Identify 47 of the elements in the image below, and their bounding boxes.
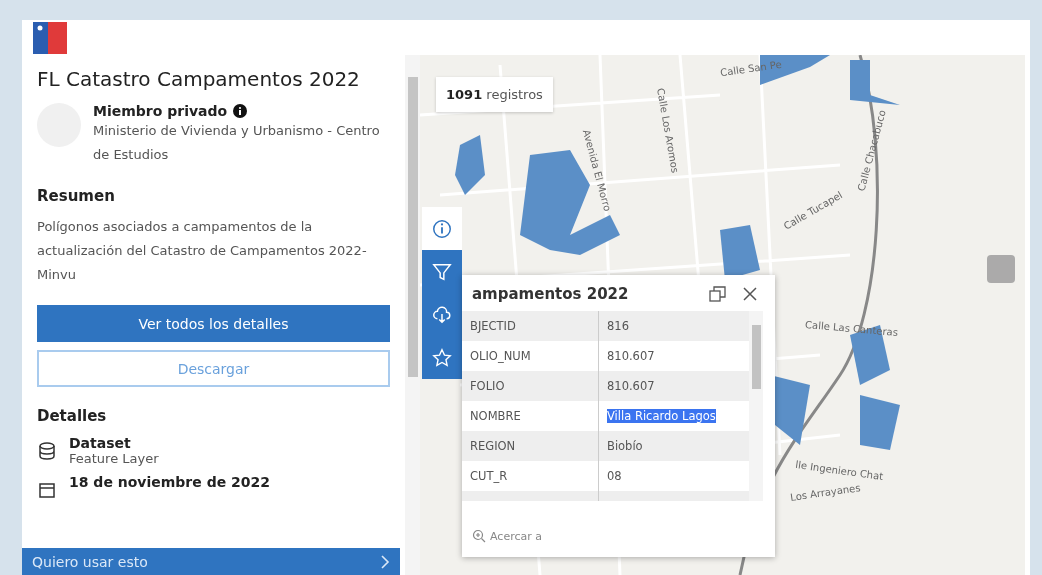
field-value: 816	[607, 319, 629, 333]
database-icon	[37, 441, 57, 461]
field-value: 810.607	[607, 379, 655, 393]
scrollbar[interactable]	[405, 55, 420, 575]
field-name: BJECTID	[462, 311, 599, 341]
calendar-icon	[37, 480, 57, 500]
field-name: REGION	[462, 431, 599, 461]
zoom-to-button[interactable]: Acercar a	[472, 529, 542, 543]
field-value: 810.607	[607, 349, 655, 363]
details-button[interactable]: Ver todos los detalles	[37, 305, 390, 342]
star-icon	[431, 346, 453, 369]
download-button[interactable]: Descargar	[37, 350, 390, 387]
field-value: Villa Ricardo Lagos	[607, 409, 716, 423]
street-label: Los Arrayanes	[789, 482, 862, 503]
use-this-label: Quiero usar esto	[32, 553, 148, 570]
scrollbar-thumb[interactable]	[752, 325, 761, 389]
field-name: FOLIO	[462, 371, 599, 401]
dock-icon[interactable]	[709, 285, 727, 303]
detail-title: Dataset	[69, 435, 132, 451]
popup-title: ampamentos 2022	[472, 285, 629, 303]
owner-name: Miembro privado	[93, 103, 228, 119]
field-value: Biobío	[607, 439, 643, 453]
field-value: 08	[607, 469, 622, 483]
close-icon[interactable]	[741, 285, 759, 303]
street-label: Avenida El Morro	[580, 128, 614, 213]
use-this-bar[interactable]: Quiero usar esto	[22, 548, 400, 575]
record-count: 1091 registros	[436, 77, 553, 112]
scrollbar[interactable]	[749, 311, 763, 501]
detail-title: 18 de noviembre de 2022	[69, 474, 270, 490]
info-icon	[431, 217, 453, 240]
street-label: Calle San Pe	[719, 58, 783, 79]
street-label: Calle Las Canteras	[804, 318, 899, 339]
toolbar-button[interactable]	[422, 207, 462, 250]
scrollbar-thumb[interactable]	[408, 77, 418, 377]
info-icon[interactable]	[233, 104, 248, 118]
street-label: lle Ingeniero Chat	[794, 458, 884, 483]
cloud-download-icon	[431, 303, 453, 326]
detail-subtitle: Feature Layer	[69, 451, 159, 466]
organization-name: Ministerio de Vivienda y Urbanismo - Centro de Estudios	[93, 122, 381, 164]
layer-toggle-icon[interactable]	[987, 255, 1015, 283]
section-heading: Resumen	[37, 187, 116, 205]
zoom-in-icon	[472, 529, 486, 543]
chevron-right-icon	[380, 554, 390, 569]
street-label: Calle Los Aromos	[655, 87, 681, 174]
section-heading: Detalles	[37, 407, 108, 425]
dataset-title: FL Catastro Campamentos 2022	[37, 67, 361, 91]
summary-text: Polígonos asociados a campamentos de la actualización del Catastro de Campamentos 2022- Minvu	[37, 218, 368, 284]
